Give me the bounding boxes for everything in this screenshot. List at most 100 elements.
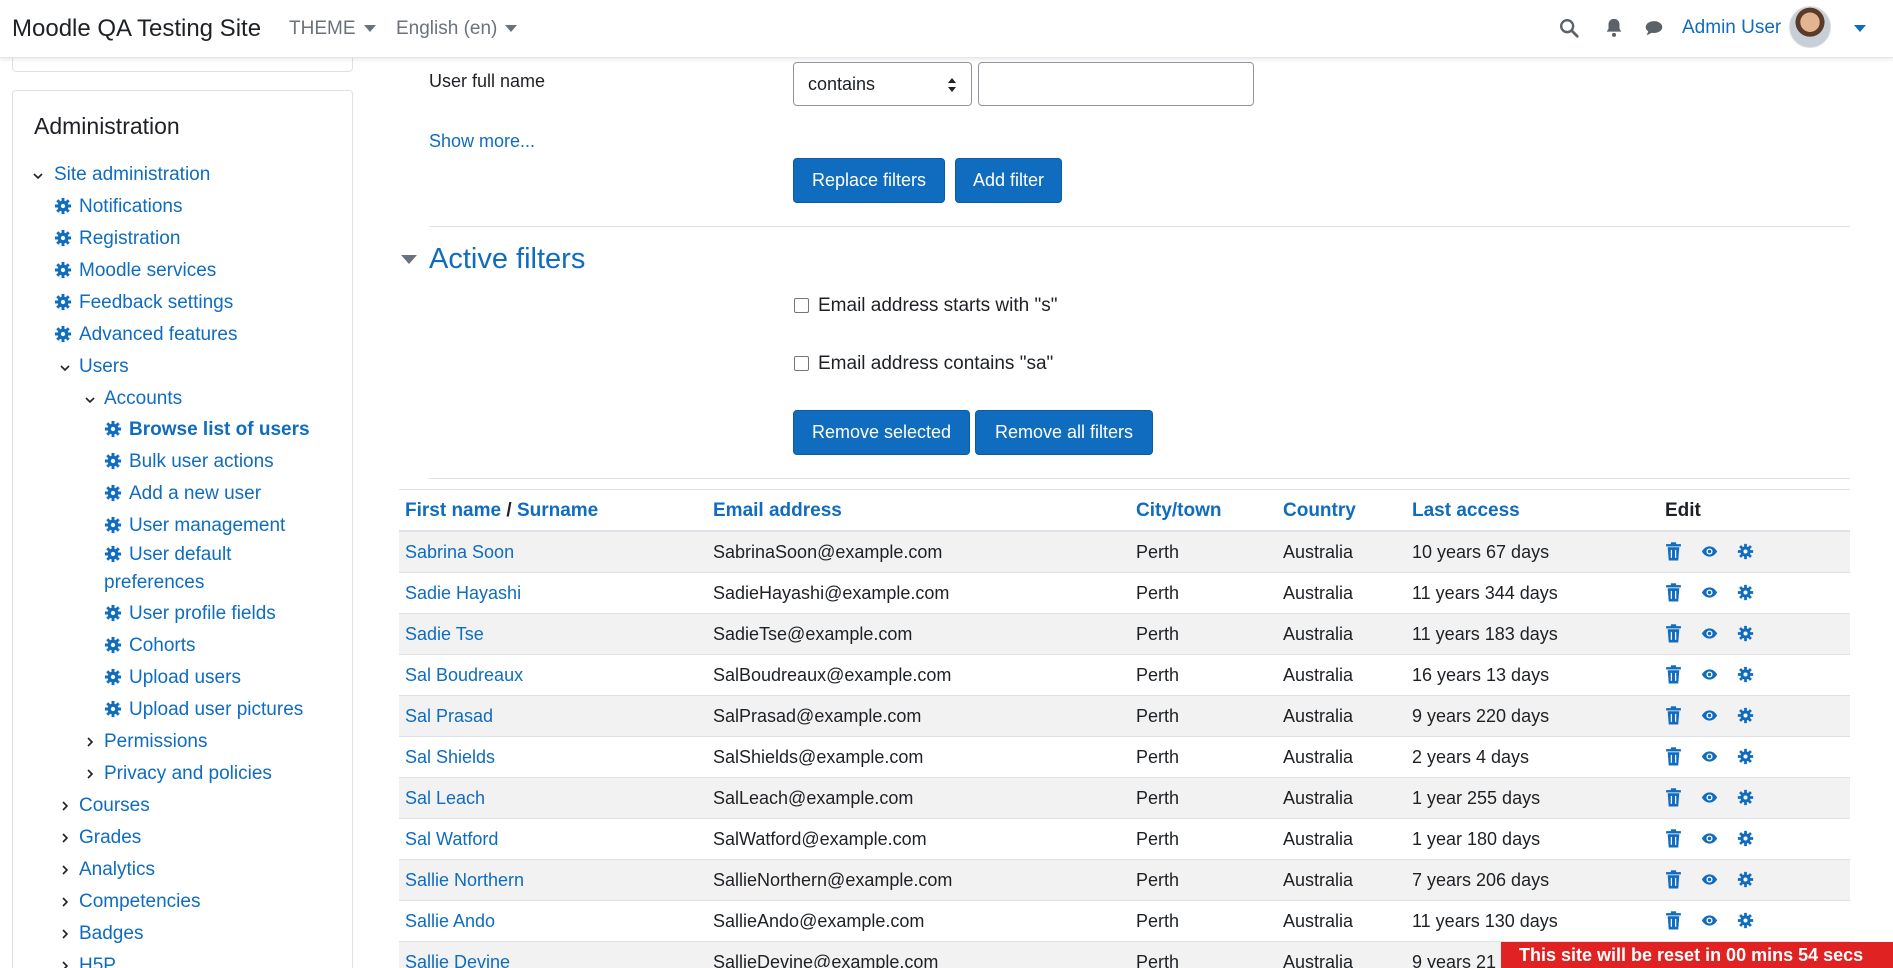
sidebar-item-analytics[interactable]: Analytics <box>79 859 155 881</box>
active-filters-heading[interactable]: Active filters <box>429 243 585 276</box>
trash-icon[interactable] <box>1665 788 1682 812</box>
user-name-link[interactable]: Sadie Hayashi <box>405 583 521 604</box>
sidebar-item-advanced-features[interactable]: Advanced features <box>79 324 237 346</box>
operator-select[interactable]: contains <box>793 62 972 106</box>
sidebar-item-user-management[interactable]: User management <box>129 515 285 537</box>
sidebar-item-site-administration[interactable]: Site administration <box>54 164 210 186</box>
chevron-down-icon[interactable] <box>1854 25 1866 32</box>
sidebar-item-add-new-user[interactable]: Add a new user <box>129 483 261 505</box>
trash-icon[interactable] <box>1665 706 1682 730</box>
gear-icon[interactable] <box>1737 747 1754 771</box>
sidebar-item-badges[interactable]: Badges <box>79 923 143 945</box>
chevron-right-icon[interactable] <box>60 929 70 939</box>
sort-city-link[interactable]: City/town <box>1136 500 1222 522</box>
trash-icon[interactable] <box>1665 583 1682 607</box>
sidebar-item-accounts[interactable]: Accounts <box>104 388 182 410</box>
sidebar-item-courses[interactable]: Courses <box>79 795 150 817</box>
gear-icon[interactable] <box>1737 829 1754 853</box>
user-name-link[interactable]: Sal Prasad <box>405 706 493 727</box>
sort-first-name-link[interactable]: First name <box>405 500 501 521</box>
eye-icon[interactable] <box>1701 829 1718 853</box>
sidebar-item-registration[interactable]: Registration <box>79 228 180 250</box>
sidebar-item-feedback-settings[interactable]: Feedback settings <box>79 292 233 314</box>
sidebar-item-h5p[interactable]: H5P <box>79 955 116 968</box>
user-menu-name[interactable]: Admin User <box>1682 17 1781 39</box>
trash-icon[interactable] <box>1665 665 1682 689</box>
user-name-link[interactable]: Sal Leach <box>405 788 485 809</box>
user-name-link[interactable]: Sal Boudreaux <box>405 665 523 686</box>
sidebar-item-permissions[interactable]: Permissions <box>104 731 207 753</box>
eye-icon[interactable] <box>1701 706 1718 730</box>
trash-icon[interactable] <box>1665 829 1682 853</box>
search-icon[interactable] <box>1558 17 1580 39</box>
gear-icon[interactable] <box>1737 706 1754 730</box>
gear-icon[interactable] <box>1737 665 1754 689</box>
chevron-right-icon[interactable] <box>60 801 70 811</box>
sort-email-link[interactable]: Email address <box>713 500 842 522</box>
sidebar-item-grades[interactable]: Grades <box>79 827 141 849</box>
chevron-right-icon[interactable] <box>60 865 70 875</box>
gear-icon[interactable] <box>1737 583 1754 607</box>
site-name-link[interactable]: Moodle QA Testing Site <box>12 15 261 43</box>
language-dropdown[interactable]: English (en) <box>396 18 518 40</box>
trash-icon[interactable] <box>1665 870 1682 894</box>
trash-icon[interactable] <box>1665 624 1682 648</box>
eye-icon[interactable] <box>1701 788 1718 812</box>
sidebar-item-users[interactable]: Users <box>79 356 129 378</box>
chevron-right-icon[interactable] <box>85 769 95 779</box>
user-name-link[interactable]: Sal Shields <box>405 747 495 768</box>
avatar[interactable] <box>1789 6 1831 48</box>
sidebar-item-user-default-preferences-line2[interactable]: preferences <box>104 572 204 594</box>
chevron-right-icon[interactable] <box>60 961 70 968</box>
trash-icon[interactable] <box>1665 911 1682 935</box>
sidebar-item-user-profile-fields[interactable]: User profile fields <box>129 603 276 625</box>
sidebar-item-notifications[interactable]: Notifications <box>79 196 183 218</box>
chevron-right-icon[interactable] <box>60 833 70 843</box>
collapse-caret-icon[interactable] <box>401 255 417 264</box>
eye-icon[interactable] <box>1701 911 1718 935</box>
eye-icon[interactable] <box>1701 665 1718 689</box>
user-name-link[interactable]: Sallie Devine <box>405 952 510 968</box>
eye-icon[interactable] <box>1701 542 1718 566</box>
trash-icon[interactable] <box>1665 747 1682 771</box>
eye-icon[interactable] <box>1701 747 1718 771</box>
gear-icon[interactable] <box>1737 870 1754 894</box>
sidebar-item-user-default-preferences[interactable]: User default <box>129 544 231 566</box>
user-name-link[interactable]: Sadie Tse <box>405 624 484 645</box>
chevron-right-icon[interactable] <box>85 737 95 747</box>
user-name-link[interactable]: Sabrina Soon <box>405 542 514 563</box>
remove-all-filters-button[interactable]: Remove all filters <box>975 410 1153 455</box>
trash-icon[interactable] <box>1665 542 1682 566</box>
add-filter-button[interactable]: Add filter <box>955 158 1062 203</box>
sidebar-item-bulk-user-actions[interactable]: Bulk user actions <box>129 451 274 473</box>
sidebar-item-upload-users[interactable]: Upload users <box>129 667 241 689</box>
sidebar-item-moodle-services[interactable]: Moodle services <box>79 260 216 282</box>
sort-last-access-link[interactable]: Last access <box>1412 500 1520 522</box>
gear-icon[interactable] <box>1737 911 1754 935</box>
sort-country-link[interactable]: Country <box>1283 500 1356 522</box>
chevron-down-icon[interactable] <box>60 363 70 373</box>
gear-icon[interactable] <box>1737 788 1754 812</box>
sidebar-item-privacy-and-policies[interactable]: Privacy and policies <box>104 763 272 785</box>
user-name-link[interactable]: Sallie Ando <box>405 911 495 932</box>
user-name-link[interactable]: Sallie Northern <box>405 870 524 891</box>
sidebar-item-upload-user-pictures[interactable]: Upload user pictures <box>129 699 303 721</box>
remove-selected-button[interactable]: Remove selected <box>793 410 970 455</box>
filter-checkbox-2[interactable] <box>794 356 809 371</box>
bell-icon[interactable] <box>1603 17 1625 39</box>
gear-icon[interactable] <box>1737 624 1754 648</box>
sidebar-item-browse-list-of-users[interactable]: Browse list of users <box>129 419 310 441</box>
show-more-link[interactable]: Show more... <box>429 131 535 152</box>
chevron-down-icon[interactable] <box>33 171 43 181</box>
filter-checkbox-1[interactable] <box>794 298 809 313</box>
eye-icon[interactable] <box>1701 583 1718 607</box>
sidebar-item-cohorts[interactable]: Cohorts <box>129 635 196 657</box>
eye-icon[interactable] <box>1701 624 1718 648</box>
full-name-text-input[interactable] <box>978 62 1254 106</box>
sort-surname-link[interactable]: Surname <box>517 500 598 521</box>
gear-icon[interactable] <box>1737 542 1754 566</box>
chevron-right-icon[interactable] <box>60 897 70 907</box>
sidebar-item-competencies[interactable]: Competencies <box>79 891 200 913</box>
eye-icon[interactable] <box>1701 870 1718 894</box>
chat-icon[interactable] <box>1643 17 1665 39</box>
